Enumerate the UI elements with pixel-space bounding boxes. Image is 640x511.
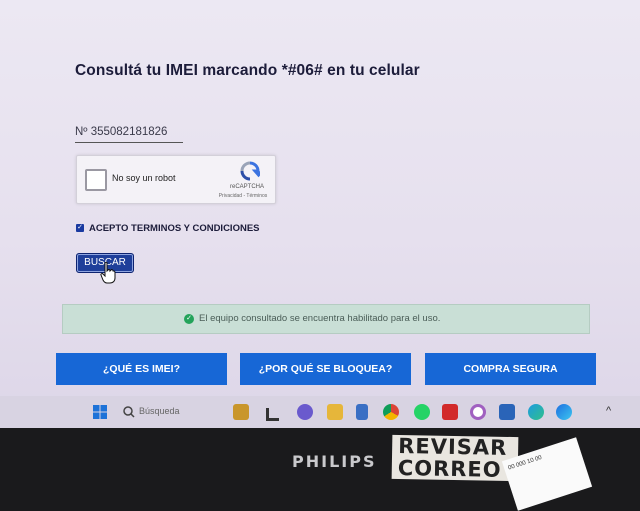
monitor-brand: PHILIPS (292, 452, 377, 471)
clock-icon[interactable] (499, 404, 515, 420)
status-banner: ✓ El equipo consultado se encuentra habi… (62, 304, 590, 334)
imei-input[interactable]: Nº 355082181826 (75, 126, 183, 143)
edge-icon[interactable] (528, 404, 544, 420)
recaptcha-logo-icon (240, 161, 260, 181)
recaptcha-links[interactable]: Privacidad - Términos (214, 193, 272, 199)
whatsapp-icon[interactable] (414, 404, 430, 420)
page-title: Consultá tu IMEI marcando *#06# en tu ce… (75, 62, 420, 79)
teams-icon[interactable] (297, 404, 313, 420)
acrobat-icon[interactable] (442, 404, 458, 420)
what-is-imei-button[interactable]: ¿QUÉ ES IMEI? (56, 353, 227, 385)
hand-cursor-icon (100, 262, 116, 284)
terms-checkbox[interactable]: ✓ (76, 224, 84, 232)
chevron-up-icon[interactable]: ^ (606, 405, 622, 421)
why-blocked-button[interactable]: ¿POR QUÉ SE BLOQUEA? (240, 353, 411, 385)
browser-viewport: Consultá tu IMEI marcando *#06# en tu ce… (0, 0, 640, 428)
file-explorer-icon[interactable] (266, 408, 279, 421)
taskbar: Búsqueda ^ (0, 396, 640, 428)
recaptcha-widget: No soy un robot reCAPTCHA Privacidad - T… (76, 155, 276, 204)
edge-beta-icon[interactable] (556, 404, 572, 420)
lunch-icon[interactable] (233, 404, 249, 420)
search-icon[interactable] (121, 404, 137, 420)
check-circle-icon: ✓ (184, 314, 194, 324)
monitor-sticker: REVISAR CORREO (391, 434, 519, 482)
recaptcha-brand: reCAPTCHA (229, 184, 264, 190)
app-icon[interactable] (470, 404, 486, 420)
notepad-icon[interactable] (356, 404, 368, 420)
safe-purchase-button[interactable]: COMPRA SEGURA (425, 353, 596, 385)
folder-icon[interactable] (327, 404, 343, 420)
terms-label: ACEPTO TERMINOS Y CONDICIONES (89, 223, 260, 234)
status-message: El equipo consultado se encuentra habili… (199, 313, 441, 324)
chrome-icon[interactable] (383, 404, 399, 420)
recaptcha-checkbox[interactable] (85, 169, 107, 191)
recaptcha-label: No soy un robot (112, 173, 176, 183)
windows-logo-icon[interactable] (92, 404, 108, 420)
taskbar-search-input[interactable]: Búsqueda (139, 406, 180, 416)
